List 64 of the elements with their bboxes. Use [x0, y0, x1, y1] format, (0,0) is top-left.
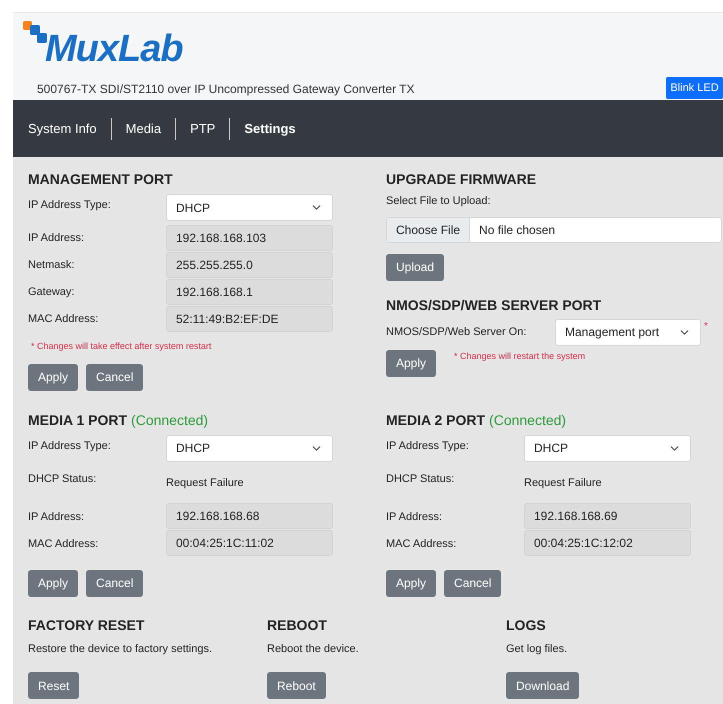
cancel-button[interactable]: Cancel [444, 570, 502, 596]
nav-tab[interactable]: PTP [190, 118, 216, 138]
nav-tab[interactable]: System Info [28, 118, 97, 138]
device-subtitle: 500767-TX SDI/ST2110 over IP Uncompressed Gateway Converter TX [37, 81, 415, 98]
field-label: IP Address Type: [28, 438, 112, 454]
action-button[interactable]: Reset [28, 672, 80, 699]
field-label: NMOS/SDP/Web Server On: [386, 324, 528, 340]
field-label: IP Address: [386, 510, 444, 524]
ip-type-dropdown[interactable]: DHCP [166, 434, 333, 462]
field-label: IP Address Type: [28, 198, 112, 213]
action-description: Reboot the device. [267, 642, 360, 656]
action-description: Get log files. [506, 642, 568, 656]
readonly-field[interactable]: 52:11:49:B2:EF:DE [166, 306, 333, 332]
section-title: UPGRADE FIRMWARE [386, 170, 536, 189]
file-input[interactable]: Choose File No file chosen [386, 216, 722, 242]
action-button[interactable]: Download [506, 672, 580, 699]
apply-button[interactable]: Apply [386, 570, 436, 596]
readonly-field[interactable]: 192.168.168.68 [166, 503, 333, 529]
connection-status: (Connected) [131, 410, 208, 430]
section-title: MEDIA 1 PORT [28, 410, 128, 430]
field-label: IP Address Type: [386, 438, 470, 454]
field-label: DHCP Status: [28, 472, 98, 486]
section-title: FACTORY RESET [28, 616, 144, 634]
section-title: NMOS/SDP/WEB SERVER PORT [386, 296, 602, 314]
nav-tab[interactable]: Settings [244, 118, 296, 138]
status-value: Request Failure [166, 476, 244, 492]
upload-button[interactable]: Upload [386, 254, 444, 280]
apply-button[interactable]: Apply [386, 350, 436, 376]
readonly-field[interactable]: 192.168.168.103 [166, 224, 333, 250]
field-label: MAC Address: [386, 536, 458, 552]
field-label: MAC Address: [28, 312, 100, 327]
apply-button[interactable]: Apply [28, 570, 78, 596]
section-title: REBOOT [267, 616, 327, 634]
upload-label: Select File to Upload: [386, 194, 492, 209]
field-label: Netmask: [28, 258, 76, 273]
field-label: IP Address: [28, 510, 86, 524]
cancel-button[interactable]: Cancel [86, 364, 144, 390]
restart-note: * Changes will restart the system [454, 350, 586, 363]
section-title: LOGS [506, 616, 546, 634]
server-port-dropdown[interactable]: Management port [555, 318, 701, 346]
logo: MuxLab [45, 29, 183, 69]
readonly-field[interactable]: 00:04:25:1C:11:02 [166, 530, 333, 556]
field-label: MAC Address: [28, 536, 100, 552]
required-mark: * [704, 320, 708, 334]
action-description: Restore the device to factory settings. [28, 642, 214, 656]
section-title: MEDIA 2 PORT [386, 410, 486, 430]
field-label: DHCP Status: [386, 472, 456, 486]
blink-led-button[interactable]: Blink LED [666, 77, 723, 99]
restart-note: * Changes will take effect after system restart [31, 340, 212, 353]
field-label: Gateway: [28, 285, 76, 300]
action-button[interactable]: Reboot [267, 672, 326, 699]
section-title: MANAGEMENT PORT [28, 170, 173, 189]
readonly-field[interactable]: 255.255.255.0 [166, 252, 333, 278]
readonly-field[interactable]: 00:04:25:1C:12:02 [524, 530, 691, 556]
readonly-field[interactable]: 192.168.168.69 [524, 503, 691, 529]
status-value: Request Failure [524, 476, 602, 492]
readonly-field[interactable]: 192.168.168.1 [166, 278, 333, 304]
field-label: IP Address: [28, 231, 86, 246]
cancel-button[interactable]: Cancel [86, 570, 144, 596]
ip-type-dropdown[interactable]: DHCP [524, 434, 691, 462]
nav-tab[interactable]: Media [126, 118, 162, 138]
ip-type-dropdown[interactable]: DHCP [166, 194, 333, 221]
connection-status: (Connected) [489, 410, 566, 430]
apply-button[interactable]: Apply [28, 364, 78, 390]
